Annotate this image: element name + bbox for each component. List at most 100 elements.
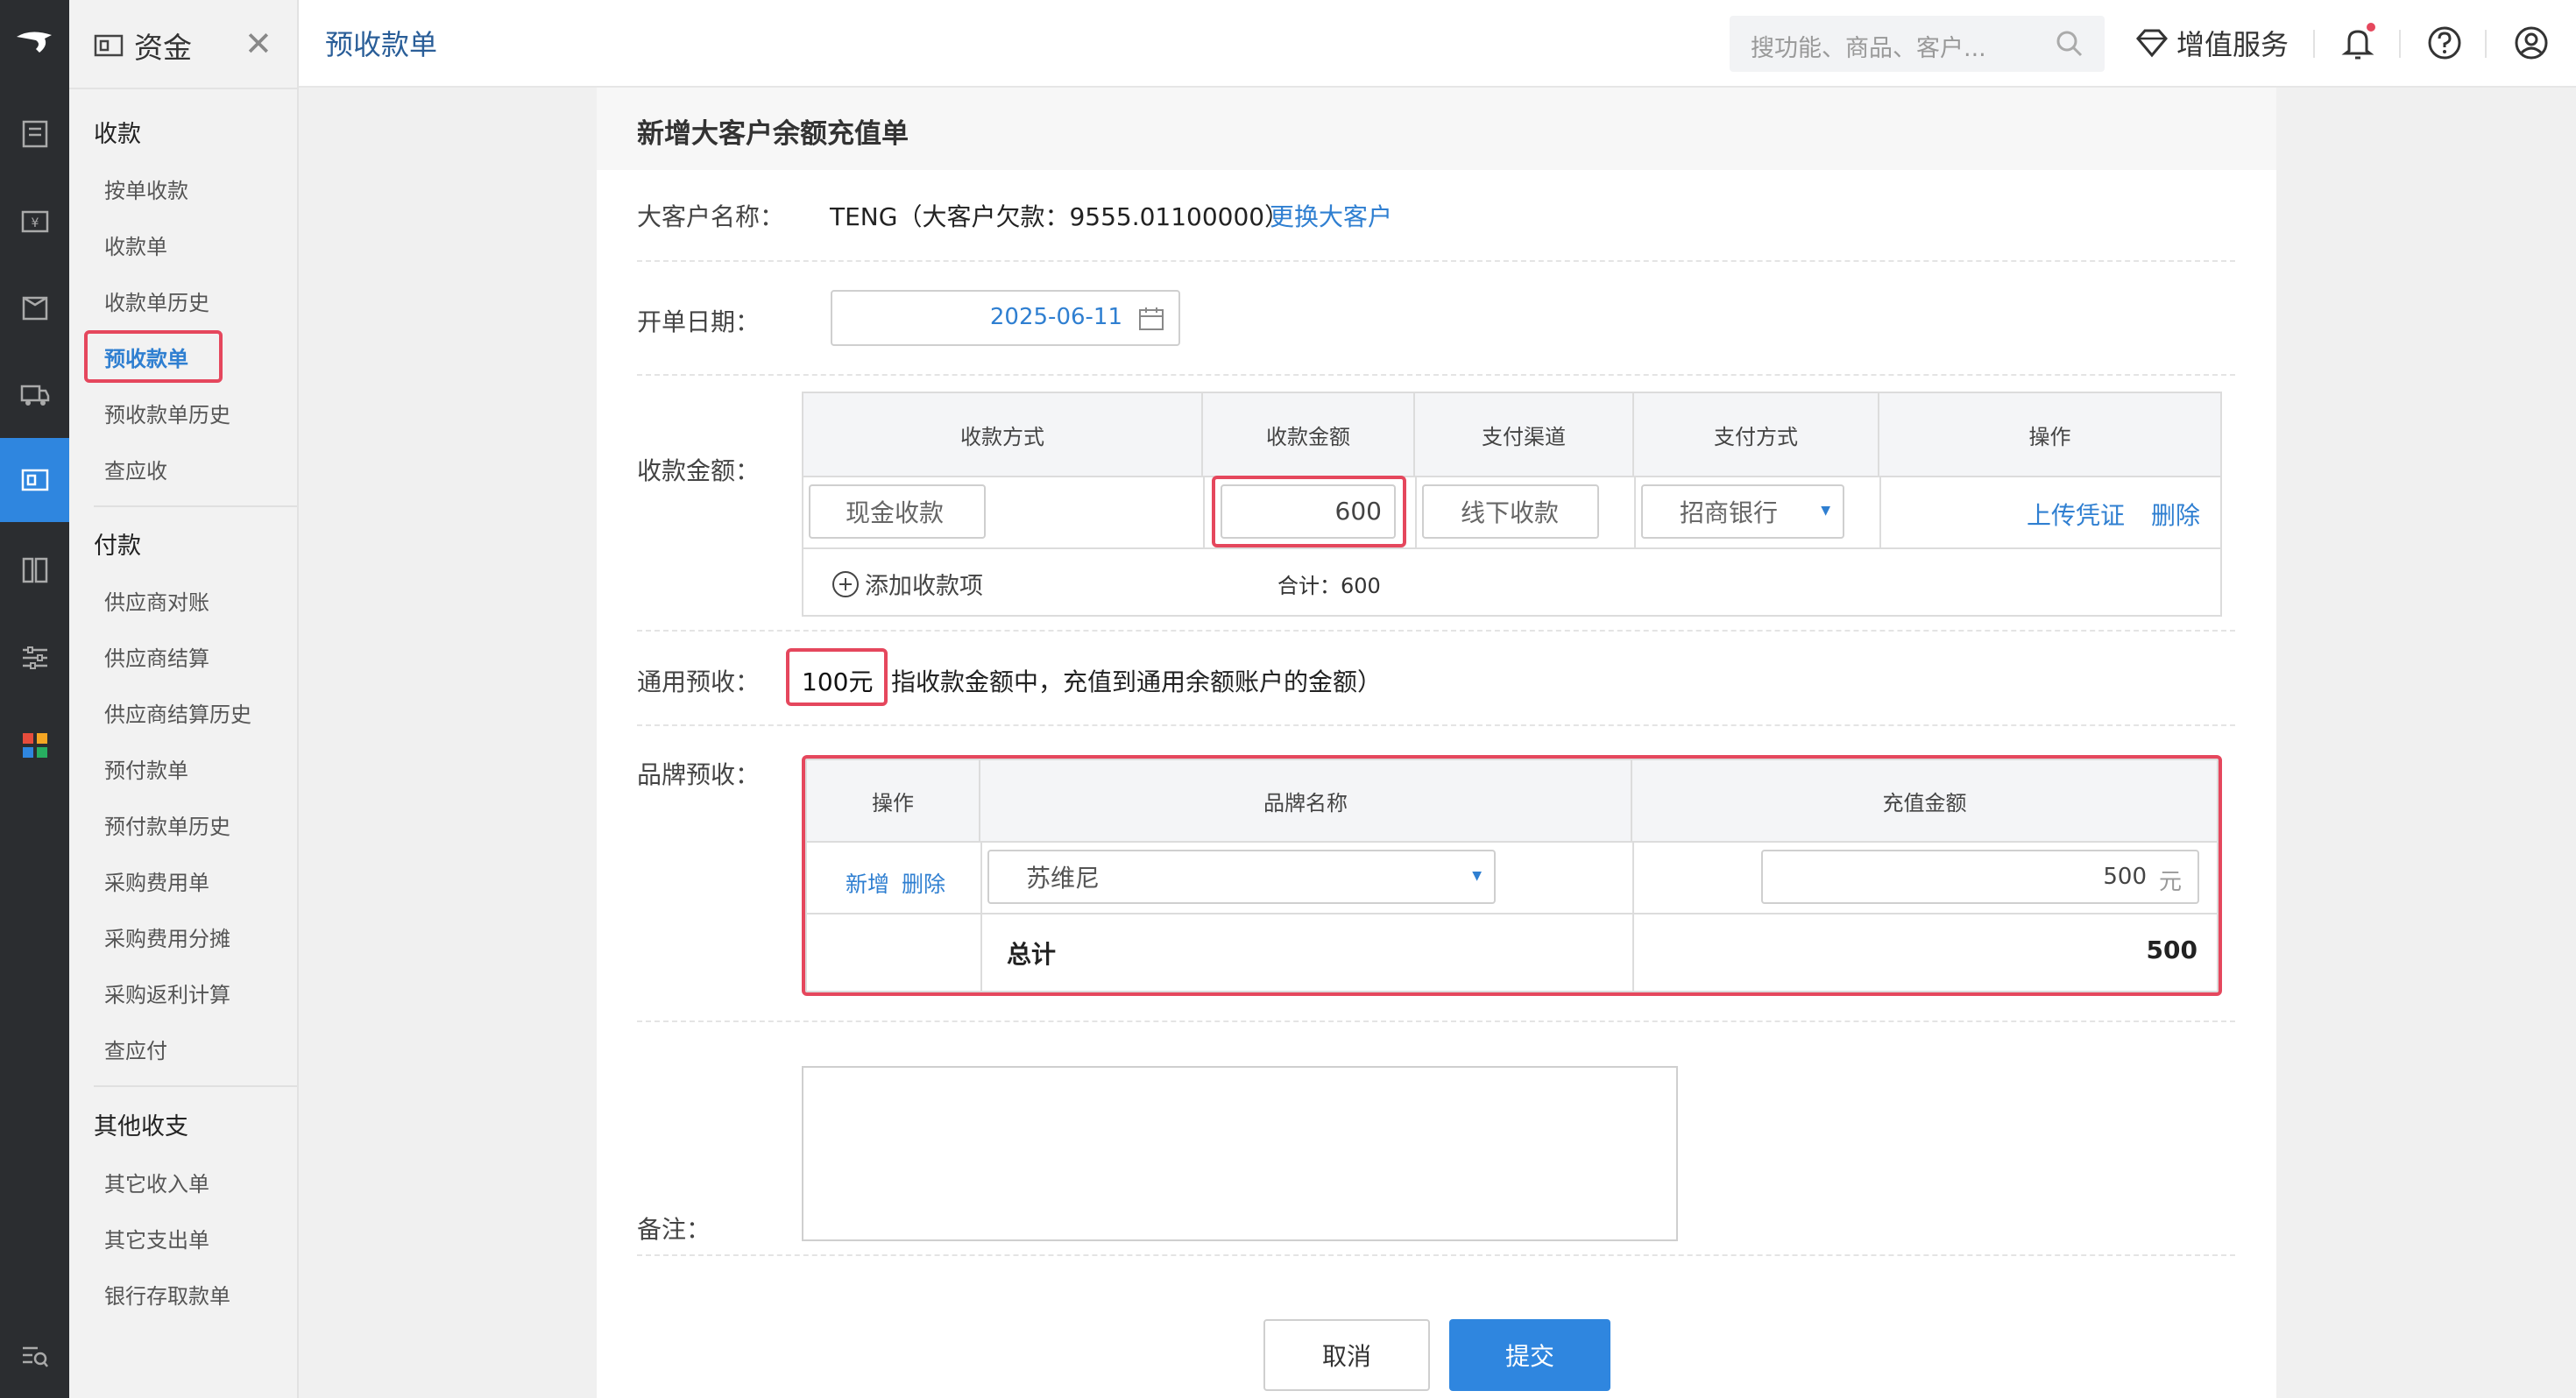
pay-type-value: 招商银行 <box>1680 498 1779 527</box>
bell-icon[interactable] <box>2339 23 2379 63</box>
remark-textarea[interactable] <box>802 1066 1678 1241</box>
cancel-button[interactable]: 取消 <box>1263 1319 1430 1391</box>
pay-type-select[interactable]: 招商银行 ▼ <box>1641 484 1844 539</box>
rail-item-report[interactable] <box>0 528 69 612</box>
sidebar-title-label: 资金 <box>134 31 192 65</box>
sidebar-divider <box>94 505 297 507</box>
remark-label: 备注： <box>637 1215 711 1244</box>
amount-label: 收款金额： <box>637 456 761 485</box>
tab-page[interactable]: 预收款单 <box>325 23 437 63</box>
sidebar-item-active[interactable]: 预收款单 <box>104 342 188 372</box>
column-header: 支付方式 <box>1634 393 1879 477</box>
apps-icon <box>22 733 47 758</box>
customer-value: TENG（大客户欠款：9555.01100000） <box>830 202 1290 231</box>
diamond-icon <box>2136 29 2168 58</box>
sidebar-group-title: 其他收支 <box>94 1113 188 1140</box>
form-panel: 新增大客户余额充值单 大客户名称： TENG（大客户欠款：9555.011000… <box>597 88 2276 1398</box>
sidebar-item[interactable]: 按单收款 <box>104 173 188 204</box>
sidebar-item[interactable]: 预付款单 <box>104 753 188 784</box>
upload-voucher-link[interactable]: 上传凭证 <box>2027 497 2125 532</box>
column-header: 收款方式 <box>803 393 1203 477</box>
sidebar-divider <box>94 1085 297 1087</box>
close-icon[interactable]: ✕ <box>244 25 272 63</box>
rail-item-box[interactable] <box>0 265 69 350</box>
app-logo[interactable] <box>0 0 69 88</box>
rail-item-truck[interactable] <box>0 353 69 437</box>
search-input[interactable]: 搜功能、商品、客户... <box>1751 29 1986 63</box>
rail-item-search-menu[interactable] <box>0 1314 69 1398</box>
icon-rail: ¥ <box>0 0 69 1398</box>
sidebar-item[interactable]: 银行存取款单 <box>104 1279 230 1310</box>
cell-border <box>1879 477 1881 547</box>
sidebar-item[interactable]: 预付款单历史 <box>104 809 230 840</box>
menu-search-icon <box>22 1346 48 1367</box>
sidebar-item[interactable]: 采购费用分摊 <box>104 921 230 952</box>
money-icon: ¥ <box>21 210 48 233</box>
vip-service-label: 增值服务 <box>2176 28 2289 61</box>
topbar-divider <box>2485 30 2487 58</box>
column-header: 支付渠道 <box>1415 393 1634 477</box>
add-payment-item-button[interactable]: 添加收款项 <box>832 567 983 601</box>
finance-icon <box>21 469 48 491</box>
add-payment-item-label: 添加收款项 <box>865 573 983 600</box>
brand-table-highlight <box>802 755 2222 996</box>
general-prepay-label: 通用预收： <box>637 667 761 696</box>
payment-method-select[interactable]: 现金收款 <box>809 484 986 539</box>
rail-item-apps[interactable] <box>0 703 69 787</box>
search-icon[interactable] <box>2054 28 2085 60</box>
submit-button[interactable]: 提交 <box>1449 1319 1610 1391</box>
change-customer-link[interactable]: 更换大客户 <box>1270 198 1392 233</box>
sidebar-item[interactable]: 预收款单历史 <box>104 398 230 428</box>
topbar-divider <box>2313 30 2315 58</box>
divider <box>637 1020 2235 1022</box>
payment-table: 收款方式 收款金额 支付渠道 支付方式 操作 现金收款 600 线下收款 招商银… <box>802 392 2222 617</box>
sidebar-item[interactable]: 其它收入单 <box>104 1167 209 1197</box>
finance-icon <box>94 34 124 57</box>
user-icon[interactable] <box>2511 23 2551 63</box>
sliders-icon <box>22 646 47 669</box>
sidebar-title: 资金 <box>94 25 192 67</box>
sidebar-header: 资金 ✕ <box>69 0 297 89</box>
report-icon <box>22 557 47 583</box>
rail-item-document[interactable] <box>0 92 69 176</box>
rail-item-money[interactable]: ¥ <box>0 180 69 264</box>
general-prepay-value[interactable]: 100元 <box>802 663 873 698</box>
cell-border <box>1415 477 1417 547</box>
help-icon[interactable] <box>2424 23 2465 63</box>
sidebar-item[interactable]: 查应收 <box>104 454 167 484</box>
rail-item-finance[interactable] <box>0 438 69 522</box>
column-header: 收款金额 <box>1203 393 1415 477</box>
vip-service-button[interactable]: 增值服务 <box>2134 23 2289 63</box>
column-header: 操作 <box>1879 393 2220 477</box>
sidebar-item[interactable]: 采购费用单 <box>104 865 209 896</box>
sidebar-item[interactable]: 采购返利计算 <box>104 978 230 1008</box>
sidebar-item[interactable]: 收款单历史 <box>104 286 209 316</box>
row-border <box>803 547 2220 549</box>
cell-border <box>1203 477 1205 547</box>
search-box[interactable]: 搜功能、商品、客户... <box>1730 16 2105 72</box>
rail-item-settings[interactable] <box>0 616 69 700</box>
sidebar-item[interactable]: 其它支出单 <box>104 1223 209 1253</box>
sidebar-item[interactable]: 供应商结算历史 <box>104 697 251 728</box>
customer-label: 大客户名称： <box>637 202 785 231</box>
form-title: 新增大客户余额充值单 <box>637 118 909 150</box>
divider <box>637 374 2235 376</box>
form-header: 新增大客户余额充值单 <box>597 88 2276 170</box>
payment-channel-select[interactable]: 线下收款 <box>1422 484 1599 539</box>
sidebar-group-title: 付款 <box>94 533 141 560</box>
calendar-icon[interactable] <box>1138 307 1164 331</box>
logo-icon <box>16 32 52 53</box>
divider <box>637 724 2235 726</box>
delete-payment-link[interactable]: 删除 <box>2151 497 2200 532</box>
box-icon <box>22 296 47 321</box>
sidebar-item[interactable]: 收款单 <box>104 229 167 260</box>
divider <box>637 630 2235 632</box>
document-icon <box>22 120 47 148</box>
sidebar-item[interactable]: 供应商结算 <box>104 641 209 672</box>
date-field[interactable]: 2025-06-11 <box>831 290 1180 346</box>
sidebar-item[interactable]: 供应商对账 <box>104 585 209 616</box>
cell-border <box>1634 477 1636 547</box>
add-circle-icon <box>832 570 859 597</box>
sidebar-item[interactable]: 查应付 <box>104 1034 167 1064</box>
truck-icon <box>20 385 49 406</box>
